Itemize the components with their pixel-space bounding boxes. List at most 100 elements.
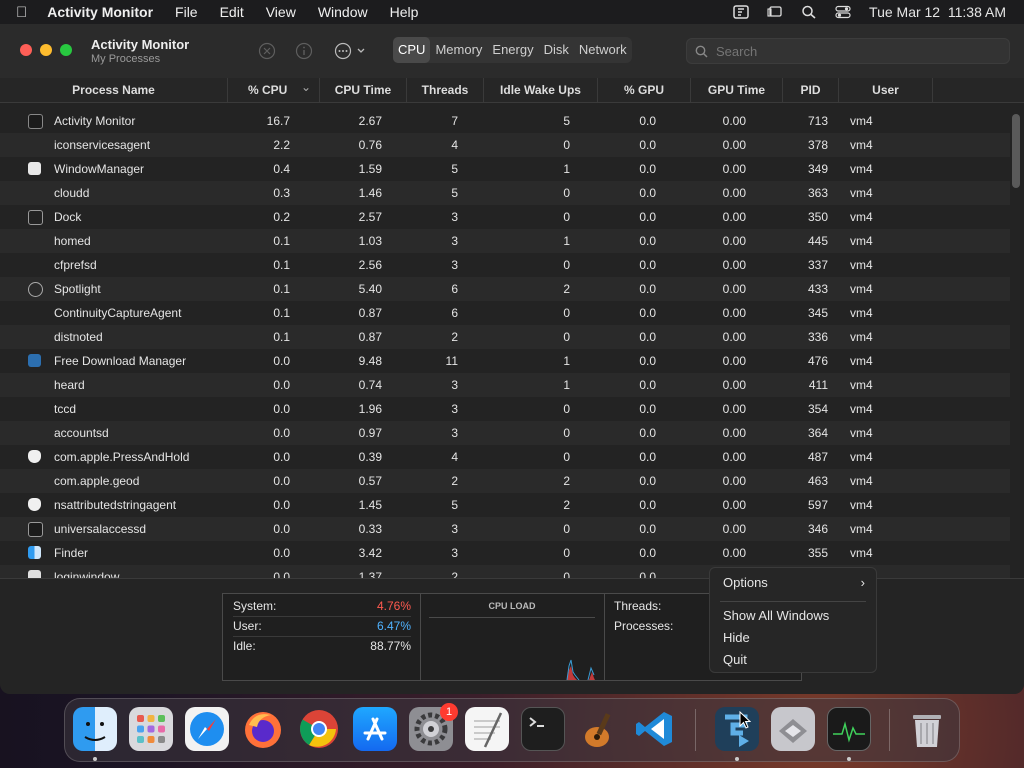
menu-item-show-all-windows[interactable]: Show All Windows — [723, 608, 829, 623]
tab-cpu[interactable]: CPU — [393, 37, 431, 63]
pid-cell: 463 — [807, 474, 828, 488]
table-row[interactable]: homed 0.1 1.03 3 1 0.0 0.00 445 vm4 — [0, 229, 1010, 253]
cpu-time-cell: 0.76 — [358, 138, 382, 152]
idle-cell: 2 — [563, 498, 570, 512]
window-subtitle[interactable]: My Processes — [91, 53, 160, 65]
download-manager-status-icon[interactable] — [733, 5, 749, 19]
chrome-icon[interactable] — [297, 707, 341, 751]
table-row[interactable]: com.apple.PressAndHold 0.0 0.39 4 0 0.0 0.00 48… — [0, 445, 1010, 469]
migration-assistant-icon[interactable] — [771, 707, 815, 751]
column-cpu-time[interactable]: CPU Time — [320, 78, 407, 102]
more-actions-button[interactable] — [334, 42, 370, 60]
column-gpu-time[interactable]: GPU Time — [691, 78, 783, 102]
tab-energy[interactable]: Energy — [487, 37, 538, 63]
minimize-window-button[interactable] — [40, 44, 52, 56]
menu-view[interactable]: View — [266, 4, 296, 20]
tab-disk[interactable]: Disk — [539, 37, 574, 63]
vscode-icon[interactable] — [633, 707, 677, 751]
control-center-icon[interactable] — [835, 5, 851, 19]
menu-app-name[interactable]: Activity Monitor — [47, 4, 153, 20]
cpu-cell: 0.0 — [273, 474, 290, 488]
menu-clock[interactable]: Tue Mar 12 11:38 AM — [869, 4, 1006, 20]
close-window-button[interactable] — [20, 44, 32, 56]
terminal-icon[interactable] — [521, 707, 565, 751]
tab-network[interactable]: Network — [574, 37, 632, 63]
table-row[interactable]: universalaccessd 0.0 0.33 3 0 0.0 0.00 346 vm4 — [0, 517, 1010, 541]
spotlight-search-icon[interactable] — [801, 5, 817, 19]
table-row[interactable]: heard 0.0 0.74 3 1 0.0 0.00 411 vm4 — [0, 373, 1010, 397]
column-pid[interactable]: PID — [783, 78, 839, 102]
threads-cell: 3 — [451, 210, 458, 224]
table-row[interactable]: Dock 0.2 2.57 3 0 0.0 0.00 350 vm4 — [0, 205, 1010, 229]
menu-help[interactable]: Help — [390, 4, 419, 20]
table-row[interactable]: WindowManager 0.4 1.59 5 1 0.0 0.00 349 vm4 — [0, 157, 1010, 181]
table-row[interactable]: Spotlight 0.1 5.40 6 2 0.0 0.00 433 vm4 — [0, 277, 1010, 301]
table-row[interactable]: distnoted 0.1 0.87 2 0 0.0 0.00 336 vm4 — [0, 325, 1010, 349]
threads-cell: 7 — [451, 114, 458, 128]
textedit-icon[interactable] — [465, 707, 509, 751]
process-name-cell: tccd — [54, 402, 77, 416]
cpu-time-cell: 1.37 — [358, 570, 382, 578]
table-row[interactable]: com.apple.geod 0.0 0.57 2 2 0.0 0.00 463 vm4 — [0, 469, 1010, 493]
table-row[interactable]: nsattributedstringagent 0.0 1.45 5 2 0.0 0.00 5… — [0, 493, 1010, 517]
inspect-process-icon[interactable] — [295, 42, 313, 60]
table-row[interactable]: ContinuityCaptureAgent 0.1 0.87 6 0 0.0 0.00 34… — [0, 301, 1010, 325]
cpu-time-cell: 3.42 — [358, 546, 382, 560]
cpu-time-cell: 0.97 — [358, 426, 382, 440]
threads-cell: 3 — [451, 234, 458, 248]
stop-process-icon[interactable] — [258, 42, 276, 60]
menu-item-quit[interactable]: Quit — [723, 652, 747, 667]
menu-edit[interactable]: Edit — [220, 4, 244, 20]
table-scrollbar[interactable] — [1012, 114, 1020, 188]
search-field[interactable] — [686, 38, 1010, 64]
user-cell: vm4 — [850, 234, 873, 248]
table-row[interactable]: tccd 0.0 1.96 3 0 0.0 0.00 354 vm4 — [0, 397, 1010, 421]
menu-item-hide[interactable]: Hide — [723, 630, 750, 645]
finder-icon[interactable] — [73, 707, 117, 751]
pid-cell: 411 — [808, 378, 828, 392]
tab-memory[interactable]: Memory — [430, 37, 487, 63]
pid-cell: 433 — [807, 282, 828, 296]
cpu-time-cell: 0.74 — [358, 378, 382, 392]
table-row[interactable]: iconservicesagent 2.2 0.76 4 0 0.0 0.00 378 vm4 — [0, 133, 1010, 157]
process-name-cell: nsattributedstringagent — [54, 498, 177, 512]
safari-icon[interactable] — [185, 707, 229, 751]
stage-manager-icon[interactable] — [767, 5, 783, 19]
activity-monitor-running-dot — [847, 757, 851, 761]
table-row[interactable]: cfprefsd 0.1 2.56 3 0 0.0 0.00 337 vm4 — [0, 253, 1010, 277]
cpu-load-graph: CPU LOAD — [429, 594, 595, 680]
column-process-name[interactable]: Process Name — [0, 78, 228, 102]
dock-separator — [695, 709, 696, 751]
menu-file[interactable]: File — [175, 4, 198, 20]
search-input[interactable] — [714, 42, 998, 60]
process-name-cell: Activity Monitor — [54, 114, 136, 128]
firefox-icon[interactable] — [241, 707, 285, 751]
gpu-cell: 0.0 — [639, 234, 656, 248]
table-row[interactable]: accountsd 0.0 0.97 3 0 0.0 0.00 364 vm4 — [0, 421, 1010, 445]
pid-cell: 487 — [807, 450, 828, 464]
table-row[interactable]: Finder 0.0 3.42 3 0 0.0 0.00 355 vm4 — [0, 541, 1010, 565]
column-gpu-percent[interactable]: % GPU — [598, 78, 691, 102]
idle-cell: 0 — [563, 210, 570, 224]
activity-monitor-icon[interactable] — [827, 707, 871, 751]
column-threads[interactable]: Threads — [407, 78, 484, 102]
table-row[interactable]: cloudd 0.3 1.46 5 0 0.0 0.00 363 vm4 — [0, 181, 1010, 205]
free-download-manager-icon[interactable] — [715, 707, 759, 751]
gpu-cell: 0.0 — [639, 210, 656, 224]
app-store-icon[interactable] — [353, 707, 397, 751]
column-user[interactable]: User — [839, 78, 933, 102]
ellipsis-circle-icon — [334, 42, 365, 60]
table-row[interactable]: Activity Monitor 16.7 2.67 7 5 0.0 0.00 713 vm4 — [0, 109, 1010, 133]
trash-icon[interactable] — [905, 707, 949, 751]
dock-context-menu: Options › Show All Windows Hide Quit — [709, 567, 877, 673]
table-row[interactable]: Free Download Manager 0.0 9.48 11 1 0.0 0.00 47… — [0, 349, 1010, 373]
garageband-icon[interactable] — [577, 707, 621, 751]
menu-window[interactable]: Window — [318, 4, 368, 20]
menu-item-options[interactable]: Options › — [723, 575, 865, 590]
cpu-time-cell: 9.48 — [358, 354, 382, 368]
apple-menu-icon[interactable]:  — [16, 4, 27, 21]
column-cpu-percent[interactable]: % CPU ⌄ — [228, 78, 320, 102]
column-idle-wake-ups[interactable]: Idle Wake Ups — [484, 78, 598, 102]
launchpad-icon[interactable] — [129, 707, 173, 751]
zoom-window-button[interactable] — [60, 44, 72, 56]
